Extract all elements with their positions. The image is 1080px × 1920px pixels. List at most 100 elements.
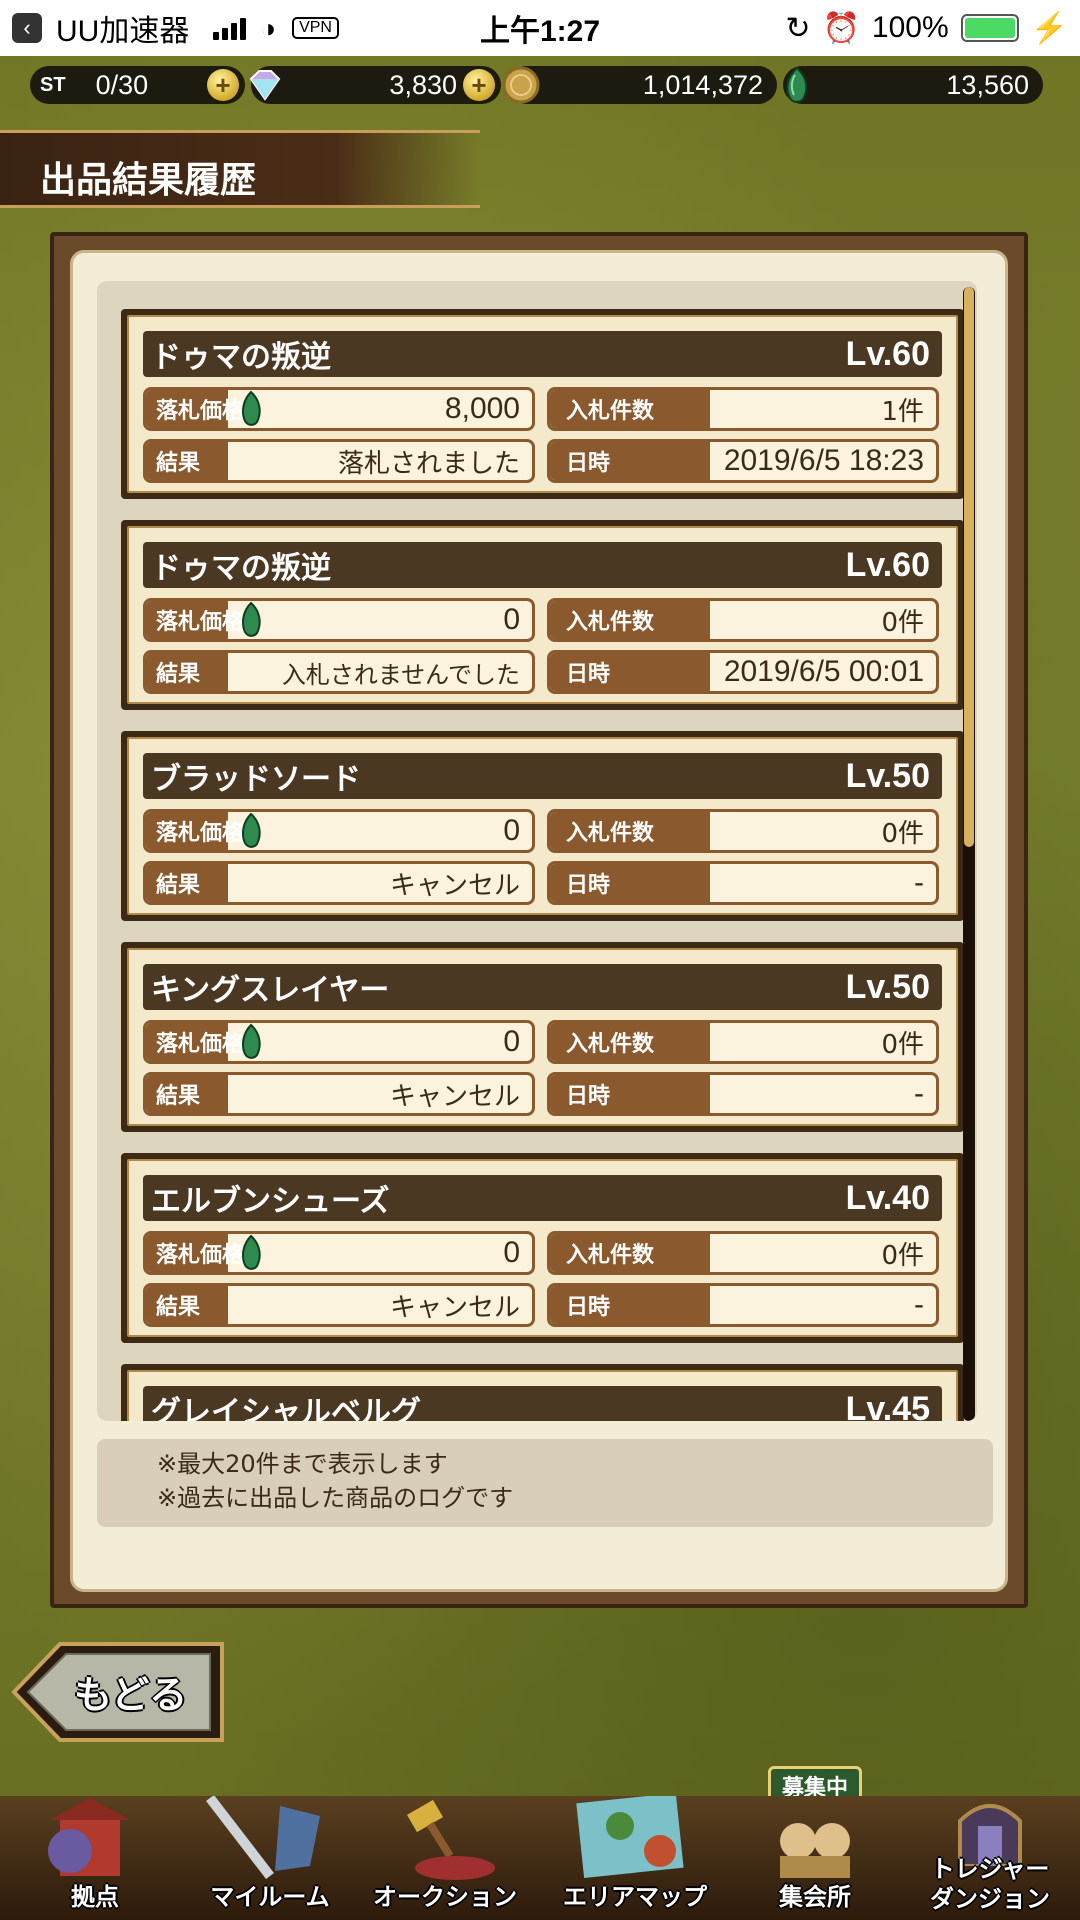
- bid-count-label: 入札件数: [550, 601, 710, 639]
- stamina-counter: ST 0/30 +: [30, 66, 245, 104]
- jade-icon: [242, 1234, 261, 1270]
- history-list[interactable]: ドゥマの叛逆 Lv.60 落札価格 8,000 入札件数 1件 結果 落札されま…: [97, 281, 977, 1421]
- gem-counter: 3,830 +: [249, 66, 501, 104]
- note-line: ※過去に出品した商品のログです: [157, 1484, 514, 1512]
- carrier-name: UU加速器: [56, 15, 190, 48]
- result-value: 落札されました: [337, 448, 520, 479]
- bid-count-value: 0件: [881, 818, 924, 849]
- back-button-label: もどる: [74, 1673, 188, 1717]
- price-value: 0: [503, 1025, 520, 1058]
- nav-label: 集会所: [779, 1883, 851, 1911]
- resource-bar: ST 0/30 + 3,830 + 1,014,372 13,560: [30, 66, 1044, 106]
- item-header: キングスレイヤー Lv.50: [143, 964, 942, 1010]
- add-stamina-button[interactable]: +: [207, 69, 239, 101]
- price-field: 落札価格 8,000: [143, 387, 535, 431]
- price-label: 落札価格: [146, 1234, 244, 1272]
- nav-auction[interactable]: オークション: [370, 1796, 520, 1920]
- item-header: ドゥマの叛逆 Lv.60: [143, 542, 942, 588]
- price-label: 落札価格: [146, 390, 244, 428]
- clock: 上午1:27: [479, 15, 601, 48]
- date-field: 日時 2019/6/5 18:23: [547, 439, 939, 483]
- map-icon: [576, 1792, 684, 1879]
- item-header: ドゥマの叛逆 Lv.60: [143, 331, 942, 377]
- gold-coin-icon: [502, 66, 540, 104]
- alarm-icon: ⏰: [822, 11, 860, 45]
- date-field: 日時 2019/6/5 00:01: [547, 650, 939, 694]
- result-field: 結果 落札されました: [143, 439, 535, 483]
- bid-count-field: 入札件数 0件: [547, 809, 939, 853]
- notes-box: ※最大20件まで表示します ※過去に出品した商品のログです: [97, 1439, 993, 1527]
- nav-treasure-dungeon[interactable]: トレジャー ダンジョン: [910, 1796, 1070, 1920]
- item-name: キングスレイヤー: [151, 973, 390, 1008]
- item-level: Lv.40: [845, 1178, 930, 1217]
- price-field: 落札価格 0: [143, 809, 535, 853]
- date-value: -: [914, 866, 924, 899]
- gem-value: 3,830: [389, 69, 457, 100]
- history-card: キングスレイヤー Lv.50 落札価格 0 入札件数 0件 結果 キャンセル 日…: [121, 942, 964, 1132]
- price-field: 落札価格 0: [143, 1231, 535, 1275]
- item-name: ブラッドソード: [151, 762, 361, 797]
- jade-icon: [242, 390, 261, 426]
- date-field: 日時 -: [547, 1283, 939, 1327]
- gem-icon: [249, 70, 281, 101]
- jade-icon: [242, 601, 261, 637]
- history-card: グレイシャルベルグ Lv.45: [121, 1364, 964, 1421]
- stamina-label: ST: [40, 73, 66, 96]
- charging-icon: ⚡: [1030, 11, 1068, 45]
- result-label: 結果: [146, 442, 228, 480]
- jade-icon: [786, 66, 808, 103]
- item-level: Lv.50: [845, 967, 930, 1006]
- gavel-icon: [407, 1799, 495, 1880]
- result-value: キャンセル: [389, 1081, 520, 1112]
- item-header: グレイシャルベルグ Lv.45: [143, 1386, 942, 1421]
- item-level: Lv.45: [845, 1389, 930, 1422]
- scrollbar[interactable]: [963, 287, 975, 1421]
- result-field: 結果 キャンセル: [143, 1283, 535, 1327]
- price-value: 8,000: [444, 392, 520, 425]
- stamina-value: 0/30: [95, 69, 149, 100]
- bid-count-label: 入札件数: [550, 1023, 710, 1061]
- date-label: 日時: [550, 442, 710, 480]
- result-value: キャンセル: [389, 1292, 520, 1323]
- jade-value: 13,560: [946, 69, 1029, 100]
- price-value: 0: [503, 814, 520, 847]
- nav-label: ダンジョン: [930, 1885, 1050, 1913]
- wifi-icon: ◑: [260, 12, 277, 43]
- price-field: 落札価格 0: [143, 598, 535, 642]
- item-name: グレイシャルベルグ: [151, 1395, 421, 1421]
- nav-meeting-place[interactable]: 集会所: [740, 1796, 890, 1920]
- nav-label: 拠点: [71, 1883, 119, 1911]
- price-value: 0: [503, 603, 520, 636]
- result-value: 入札されませんでした: [281, 660, 520, 689]
- nav-area-map[interactable]: エリアマップ: [550, 1792, 720, 1920]
- item-name: ドゥマの叛逆: [151, 340, 331, 375]
- date-field: 日時 -: [547, 1072, 939, 1116]
- back-to-app-icon[interactable]: ‹: [12, 13, 42, 43]
- item-level: Lv.60: [845, 545, 930, 584]
- result-label: 結果: [146, 1286, 228, 1324]
- bid-count-label: 入札件数: [550, 390, 710, 428]
- nav-base[interactable]: 拠点: [20, 1796, 170, 1920]
- bottom-nav: 拠点 マイルーム オークション エリアマップ 集会所 トレジャー ダンジョン: [0, 1792, 1080, 1920]
- result-label: 結果: [146, 1075, 228, 1113]
- price-field: 落札価格 0: [143, 1020, 535, 1064]
- history-card: ブラッドソード Lv.50 落札価格 0 入札件数 0件 結果 キャンセル 日時…: [121, 731, 964, 921]
- history-panel: ドゥマの叛逆 Lv.60 落札価格 8,000 入札件数 1件 結果 落札されま…: [50, 232, 1028, 1608]
- jade-icon: [242, 812, 261, 848]
- signal-icon: [213, 16, 247, 40]
- scrollbar-thumb[interactable]: [964, 287, 974, 847]
- add-gems-button[interactable]: +: [463, 69, 495, 101]
- date-label: 日時: [550, 653, 710, 691]
- nav-label: オークション: [373, 1883, 517, 1911]
- back-button[interactable]: もどる: [10, 1640, 226, 1744]
- nav-my-room[interactable]: マイルーム: [190, 1794, 350, 1920]
- battery-icon: [960, 14, 1019, 42]
- gold-counter: 1,014,372: [502, 66, 777, 104]
- bid-count-value: 0件: [881, 1029, 924, 1060]
- bid-count-field: 入札件数 1件: [547, 387, 939, 431]
- jade-counter: 13,560: [783, 66, 1043, 104]
- battery-percent: 100%: [871, 11, 949, 44]
- title-banner: 出品結果履歴: [0, 130, 480, 208]
- history-card: ドゥマの叛逆 Lv.60 落札価格 0 入札件数 0件 結果 入札されませんでし…: [121, 520, 964, 710]
- item-level: Lv.50: [845, 756, 930, 795]
